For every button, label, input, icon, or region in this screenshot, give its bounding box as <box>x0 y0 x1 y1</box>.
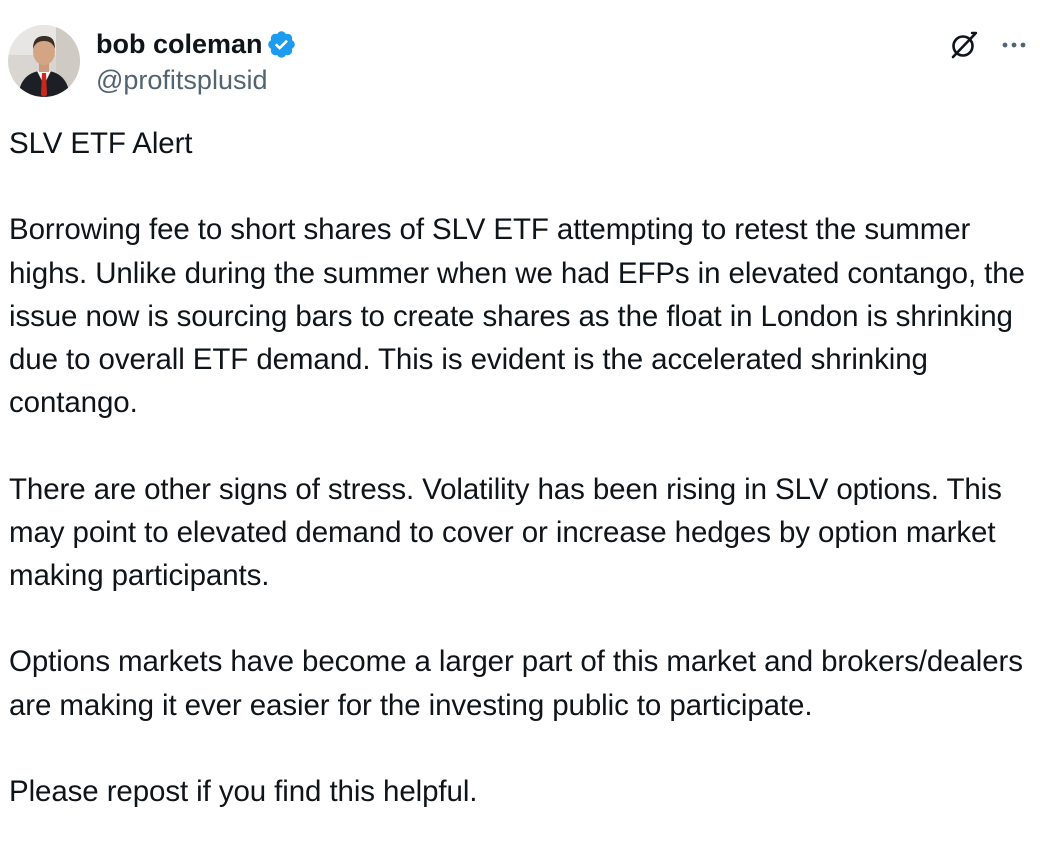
tweet-card: bob coleman @profitsplusid SLV ETF Alert… <box>0 0 1040 860</box>
tweet-text: SLV ETF Alert Borrowing fee to short sha… <box>9 127 1025 809</box>
grok-icon[interactable] <box>946 27 982 63</box>
avatar[interactable] <box>8 25 80 97</box>
author-handle[interactable]: @profitsplusid <box>96 64 267 96</box>
author-display-name[interactable]: bob coleman <box>96 28 263 60</box>
avatar-image <box>8 25 80 97</box>
verified-badge-icon <box>266 29 297 60</box>
more-options-icon[interactable] <box>996 27 1032 63</box>
